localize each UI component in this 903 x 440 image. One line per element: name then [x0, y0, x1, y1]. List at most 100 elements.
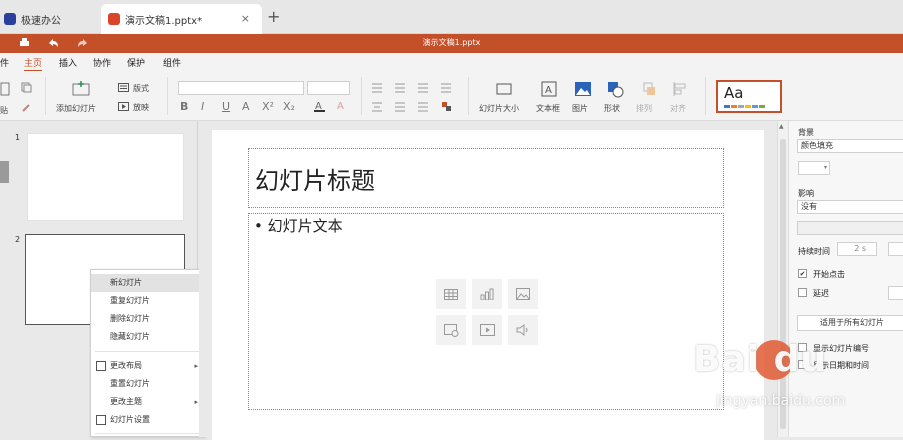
italic-button[interactable]: I [201, 100, 204, 113]
theme-color-strip [724, 105, 765, 108]
slide-size-icon[interactable] [496, 83, 512, 96]
insert-online-image-icon[interactable] [436, 315, 466, 345]
title-placeholder[interactable]: 幻灯片标题 [248, 148, 724, 208]
slide-size-label[interactable]: 幻灯片大小 [479, 103, 519, 114]
submenu-arrow-icon: ▸ [194, 362, 198, 370]
theme-style-preview[interactable]: Aa [716, 80, 782, 113]
menu-item-label: 幻灯片设置 [110, 415, 150, 424]
show-slide-number-label: 显示幻灯片编号 [813, 344, 869, 353]
ribbon-toolbar: 贴 添加幻灯片 版式 放映 B I U A X² X₂ A A 幻灯片大小 A … [0, 71, 903, 121]
insert-audio-icon[interactable] [508, 315, 538, 345]
delay-input[interactable] [888, 286, 903, 300]
arrange-label[interactable]: 排列 [636, 103, 652, 114]
menu-file[interactable]: 件 [0, 56, 9, 69]
font-size-select[interactable] [307, 81, 350, 95]
superscript-button[interactable]: X² [262, 100, 274, 113]
slide-thumbnail-1[interactable] [27, 133, 184, 221]
font-family-select[interactable] [178, 81, 304, 95]
effect-select[interactable]: 没有 [797, 200, 903, 214]
body-placeholder[interactable]: • 幻灯片文本 [248, 213, 724, 410]
tab-home[interactable]: 极速办公 [0, 4, 96, 34]
print-icon[interactable] [19, 38, 30, 48]
bold-button[interactable]: B [180, 100, 188, 113]
add-slide-label[interactable]: 添加幻灯片 [56, 103, 96, 114]
redo-icon[interactable] [77, 38, 88, 48]
new-tab-button[interactable]: + [267, 7, 280, 26]
align-objects-icon[interactable] [672, 81, 688, 97]
strikethrough-button[interactable]: A [242, 100, 250, 113]
tab-document[interactable]: 演示文稿1.pptx* × [101, 4, 262, 34]
menu-item-delete-slide[interactable]: 删除幻灯片 [91, 310, 204, 328]
play-label[interactable]: 放映 [133, 102, 149, 113]
menu-item-slide-settings[interactable]: 幻灯片设置 [91, 411, 204, 429]
insert-table-icon[interactable] [436, 279, 466, 309]
shape-label[interactable]: 形状 [604, 103, 620, 114]
subscript-button[interactable]: X₂ [283, 100, 295, 113]
scroll-up-icon[interactable]: ▲ [779, 123, 784, 130]
menu-home[interactable]: 主页 [24, 56, 43, 72]
paste-icon[interactable] [0, 81, 10, 97]
vertical-scrollbar[interactable]: ▲ [777, 121, 788, 437]
layout-label[interactable]: 版式 [133, 83, 149, 94]
ribbon-separator [468, 77, 469, 115]
scrollbar-thumb[interactable] [780, 139, 786, 429]
slide-number: 1 [15, 133, 21, 142]
menu-separator [95, 433, 200, 434]
menu-item-change-theme[interactable]: 更改主题 ▸ [91, 393, 204, 411]
copy-icon[interactable] [21, 82, 32, 93]
highlight-color-icon[interactable]: A [335, 99, 349, 113]
menu-collaborate[interactable]: 协作 [93, 56, 111, 69]
panel-tab-marker[interactable] [0, 161, 9, 183]
insert-video-icon[interactable] [472, 315, 502, 345]
insert-chart-icon[interactable] [472, 279, 502, 309]
insert-image-icon[interactable] [508, 279, 538, 309]
add-slide-icon[interactable] [72, 81, 90, 97]
list-buttons-row[interactable] [371, 82, 461, 94]
image-label[interactable]: 图片 [572, 103, 588, 114]
align-buttons-row[interactable] [371, 101, 461, 113]
submenu-arrow-icon: ▸ [194, 398, 198, 406]
effect-heading: 影响 [798, 189, 814, 198]
slide[interactable]: 幻灯片标题 • 幻灯片文本 [212, 130, 764, 440]
arrange-icon[interactable] [642, 81, 656, 97]
effect-options-select[interactable] [797, 221, 903, 235]
format-painter-icon[interactable] [21, 102, 32, 113]
layout-icon[interactable] [118, 83, 129, 92]
ribbon-separator [705, 77, 706, 115]
undo-icon[interactable] [48, 38, 59, 48]
menu-item-change-layout[interactable]: 更改布局 ▸ [91, 357, 204, 375]
apply-to-all-slides-button[interactable]: 适用于所有幻灯片 [797, 315, 903, 331]
slide-title-text: 幻灯片标题 [255, 167, 375, 195]
menu-protect[interactable]: 保护 [127, 56, 145, 69]
textbox-label[interactable]: 文本框 [536, 103, 560, 114]
menu-item-reset-slide[interactable]: 重置幻灯片 [91, 375, 204, 393]
font-color-icon[interactable]: A [313, 99, 327, 113]
play-icon[interactable] [118, 102, 129, 111]
show-slide-number-checkbox[interactable] [798, 343, 807, 352]
slide-settings-icon [96, 415, 106, 425]
start-on-click-checkbox[interactable]: ✔ [798, 269, 807, 278]
show-date-time-checkbox[interactable] [798, 360, 807, 369]
align-objects-label[interactable]: 对齐 [670, 103, 686, 114]
underline-button[interactable]: U [222, 100, 230, 113]
menu-item-new-slide[interactable]: 新幻灯片 [91, 274, 204, 292]
style-sample-text: Aa [724, 84, 744, 102]
duration-input[interactable]: 2 s [837, 242, 877, 256]
delay-time-input[interactable] [888, 242, 903, 256]
close-tab-icon[interactable]: × [241, 12, 250, 25]
shape-icon[interactable] [607, 81, 625, 98]
chevron-down-icon: ▾ [823, 164, 827, 171]
image-icon[interactable] [574, 81, 592, 97]
menu-item-hide-slide[interactable]: 隐藏幻灯片 [91, 328, 204, 346]
menu-item-duplicate-slide[interactable]: 重复幻灯片 [91, 292, 204, 310]
background-fill-select[interactable]: 颜色填充 [797, 139, 903, 153]
start-on-click-label: 开始点击 [813, 270, 845, 279]
menu-item-label: 更改布局 [110, 361, 142, 370]
textbox-icon[interactable]: A [541, 81, 557, 97]
menu-components[interactable]: 组件 [163, 56, 181, 69]
delay-checkbox[interactable] [798, 288, 807, 297]
menu-insert[interactable]: 插入 [59, 56, 77, 69]
background-heading: 背景 [798, 128, 814, 137]
ribbon-separator [361, 77, 362, 115]
background-color-picker[interactable]: ▾ [798, 161, 830, 175]
